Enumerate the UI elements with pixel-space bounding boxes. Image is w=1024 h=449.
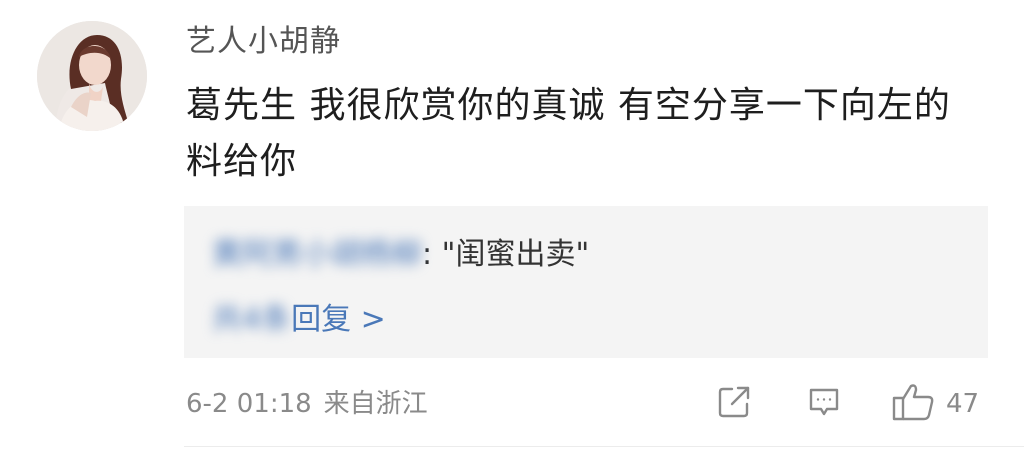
username[interactable]: 艺人小胡静 xyxy=(186,20,341,64)
reply-preview-line: 黄阿男小胡杨柳: "闺蜜出卖" xyxy=(212,233,589,277)
view-replies-link[interactable]: 共4条回复 > xyxy=(212,298,386,342)
reply-author[interactable]: 黄阿男小胡杨柳 xyxy=(212,237,422,272)
like-button[interactable]: 47 xyxy=(892,384,979,424)
comment-meta: 6-2 01:18 来自浙江 xyxy=(186,384,428,424)
comment-text: 葛先生 我很欣赏你的真诚 有空分享一下向左的料给你 xyxy=(186,85,951,182)
reply-preview[interactable]: 黄阿男小胡杨柳: "闺蜜出卖" 共4条回复 > xyxy=(184,206,988,358)
view-replies-label: 回复 > xyxy=(291,302,386,337)
reply-separator: : xyxy=(422,237,442,272)
comment-icon xyxy=(806,384,842,424)
like-count: 47 xyxy=(946,389,980,419)
reply-text: "闺蜜出卖" xyxy=(441,237,590,272)
share-button[interactable] xyxy=(716,384,752,424)
divider xyxy=(184,446,1024,447)
comment-item: 艺人小胡静 葛先生 我很欣赏你的真诚 有空分享一下向左的料给你 黄阿男小胡杨柳:… xyxy=(0,0,1024,449)
comment-date: 6-2 01:18 xyxy=(186,389,312,419)
reply-button[interactable] xyxy=(806,384,842,424)
comment-location: 来自浙江 xyxy=(323,389,428,419)
thumbs-up-icon xyxy=(892,382,936,426)
avatar[interactable] xyxy=(37,21,147,131)
reply-count: 共4条 xyxy=(212,302,292,337)
share-icon xyxy=(716,384,752,424)
comment-footer: 6-2 01:18 来自浙江 47 xyxy=(186,384,986,428)
